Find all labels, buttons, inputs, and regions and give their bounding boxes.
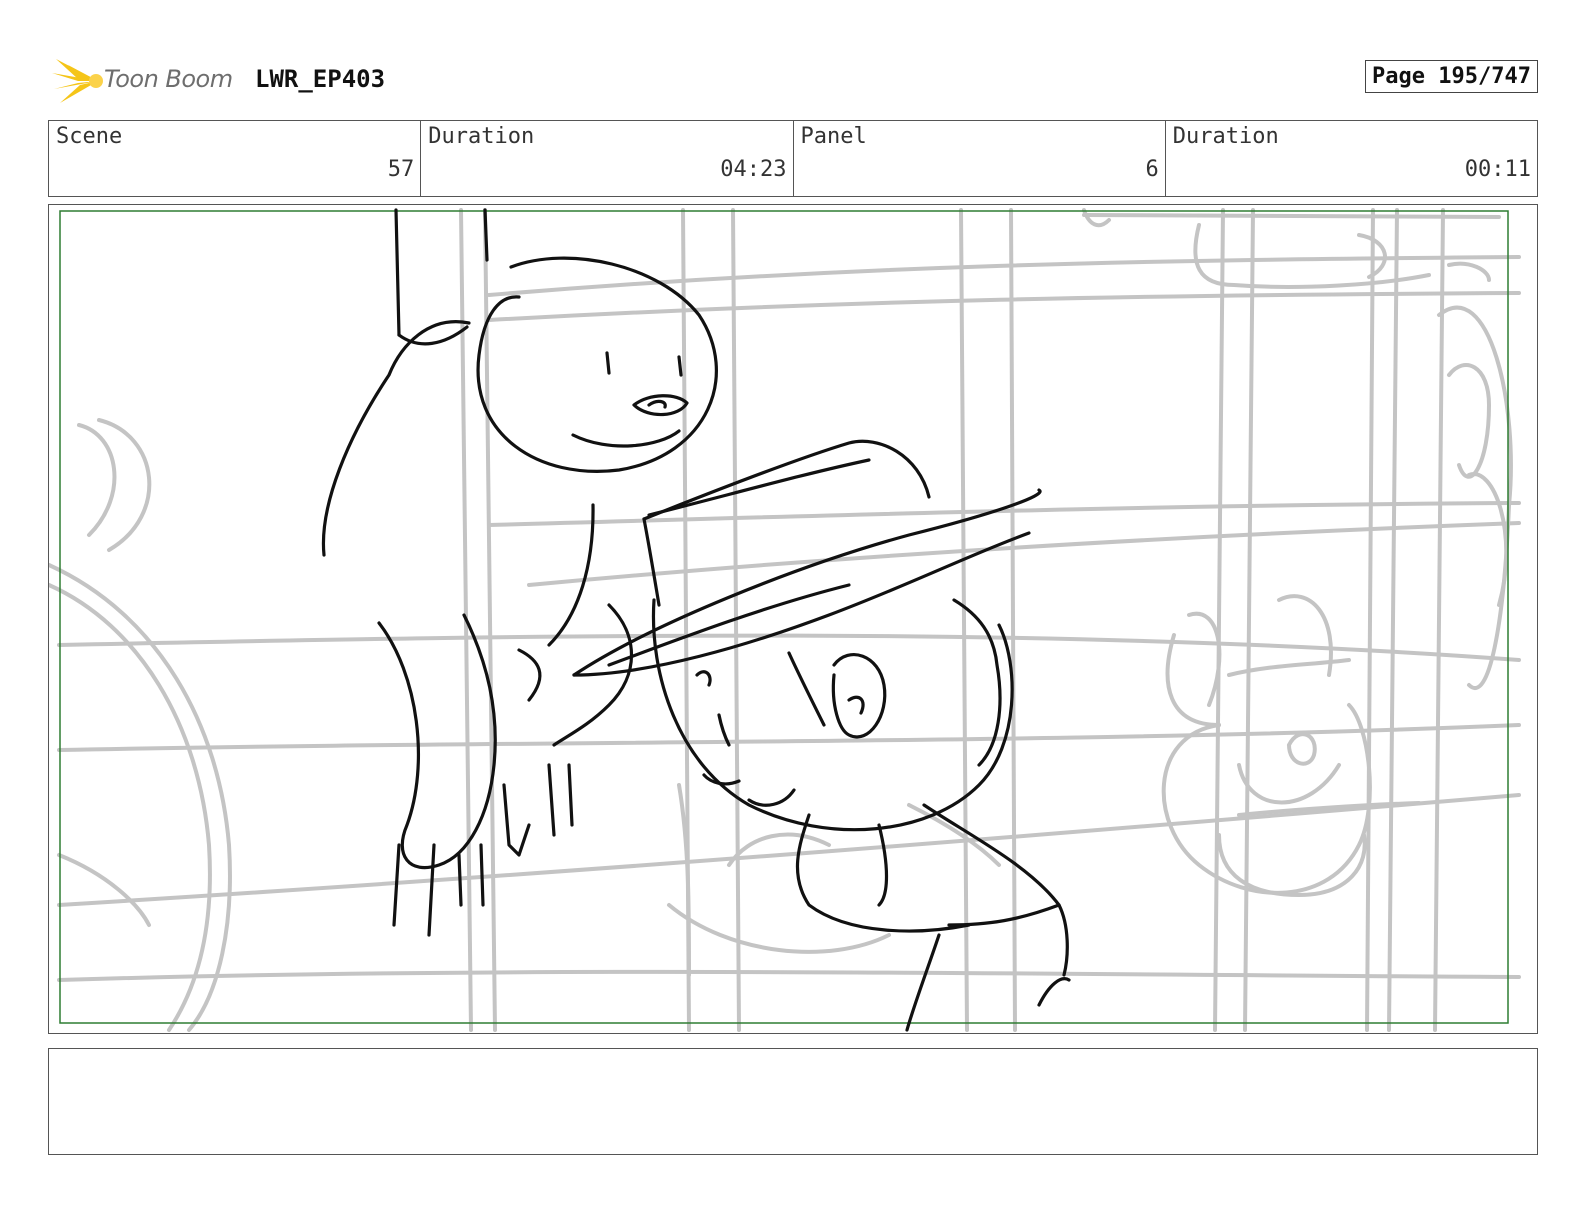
- notes-area: [48, 1048, 1538, 1155]
- panel-duration-label: Duration: [1172, 124, 1279, 149]
- storyboard-panel: [48, 204, 1538, 1034]
- scene-duration-cell: Duration 04:23: [421, 121, 794, 196]
- project-title: LWR_EP403: [255, 65, 386, 93]
- panel-cell: Panel 6: [794, 121, 1166, 196]
- scene-duration-value: 04:23: [720, 157, 787, 182]
- page-indicator: Page 195/747: [1365, 60, 1538, 93]
- panel-label: Panel: [800, 124, 867, 149]
- scene-label: Scene: [56, 124, 123, 149]
- safe-frame: [59, 210, 1509, 1024]
- panel-duration-value: 00:11: [1464, 157, 1531, 182]
- scene-duration-label: Duration: [428, 124, 535, 149]
- header: Toon Boom LWR_EP403 Page 195/747: [50, 55, 1538, 110]
- logo-text: Toon Boom: [104, 65, 233, 93]
- toon-boom-logo: Toon Boom: [50, 55, 240, 107]
- panel-value: 6: [1145, 157, 1159, 182]
- character-sketch: [321, 208, 1071, 1032]
- starburst-icon: [52, 59, 103, 103]
- scene-cell: Scene 57: [49, 121, 422, 196]
- panel-duration-cell: Duration 00:11: [1166, 121, 1537, 196]
- scene-value: 57: [387, 157, 415, 182]
- background-sketch: [49, 208, 1521, 1032]
- panel-sketch: [49, 208, 1521, 1032]
- info-table: Scene 57 Duration 04:23 Panel 6 Duration…: [48, 120, 1538, 197]
